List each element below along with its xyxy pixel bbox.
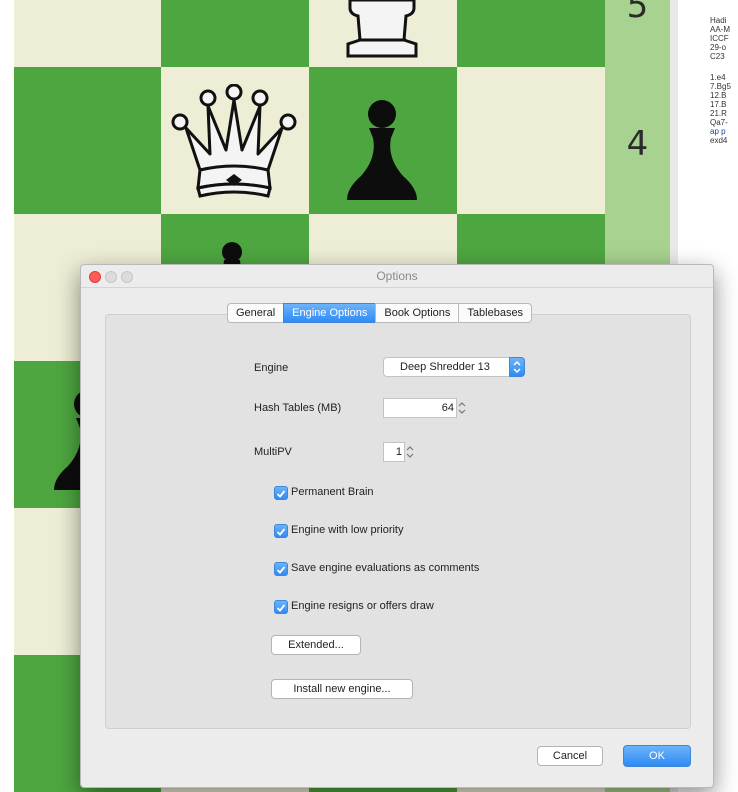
game-header-line: AA-M — [710, 25, 730, 34]
board-square[interactable] — [457, 67, 605, 214]
options-tab-bar: General Engine Options Book Options Tabl… — [227, 303, 533, 323]
multipv-field[interactable]: 1 — [383, 442, 405, 462]
white-rook-icon[interactable] — [332, 0, 432, 58]
move-line[interactable]: ap p — [678, 127, 738, 136]
resigns-draw-label[interactable]: Engine resigns or offers draw — [291, 600, 434, 612]
move-line[interactable]: Qa7- — [678, 118, 738, 127]
save-evaluations-label[interactable]: Save engine evaluations as comments — [291, 562, 479, 574]
dialog-title: Options — [376, 269, 418, 283]
options-dialog: Options General Engine Options Book Opti… — [80, 264, 714, 788]
ok-button[interactable]: OK — [623, 745, 691, 767]
game-header-line: ICCF — [710, 34, 729, 43]
permanent-brain-checkbox[interactable] — [274, 486, 288, 500]
board-square[interactable] — [457, 0, 605, 67]
engine-select[interactable]: Deep Shredder 13 — [383, 357, 525, 377]
move-line[interactable]: 17.B — [678, 100, 738, 109]
game-header-line: Hadi — [710, 16, 727, 25]
tab-tablebases[interactable]: Tablebases — [458, 303, 533, 323]
move-line[interactable]: exd4 — [678, 136, 738, 145]
extended-button[interactable]: Extended... — [271, 635, 361, 655]
game-header-line: 29-o — [710, 43, 727, 52]
install-new-engine-button[interactable]: Install new engine... — [271, 679, 413, 699]
engine-label: Engine — [254, 362, 289, 374]
board-square[interactable] — [14, 67, 161, 214]
move-line[interactable]: 21.R — [678, 109, 738, 118]
checkmark-icon — [276, 490, 286, 498]
hash-tables-stepper-icon[interactable] — [457, 399, 467, 417]
move-line[interactable]: 12.B — [678, 91, 738, 100]
rank-label: 4 — [626, 124, 649, 164]
engine-select-value: Deep Shredder 13 — [400, 361, 490, 373]
save-evaluations-checkbox[interactable] — [274, 562, 288, 576]
low-priority-checkbox[interactable] — [274, 524, 288, 538]
multipv-stepper-icon[interactable] — [405, 443, 415, 461]
resigns-draw-checkbox[interactable] — [274, 600, 288, 614]
tab-book-options[interactable]: Book Options — [375, 303, 459, 323]
select-arrows-icon[interactable] — [509, 357, 525, 377]
rank-label-partial: 5 — [626, 0, 649, 26]
multipv-label: MultiPV — [254, 446, 292, 458]
board-square[interactable] — [161, 0, 309, 67]
tab-engine-options[interactable]: Engine Options — [283, 303, 376, 323]
cancel-button[interactable]: Cancel — [537, 746, 603, 766]
checkmark-icon — [276, 528, 286, 536]
hash-tables-field[interactable]: 64 — [383, 398, 457, 418]
tab-general[interactable]: General — [227, 303, 284, 323]
game-header-line: C23 — [710, 52, 725, 61]
move-line[interactable]: 1.e4 — [678, 73, 738, 82]
hash-tables-label: Hash Tables (MB) — [254, 402, 342, 414]
checkmark-icon — [276, 604, 286, 612]
low-priority-label[interactable]: Engine with low priority — [291, 524, 404, 536]
checkmark-icon — [276, 566, 286, 574]
dialog-titlebar[interactable]: Options — [81, 265, 713, 288]
white-queen-icon[interactable] — [168, 84, 300, 202]
move-line[interactable]: 7.Bg5 — [678, 82, 738, 91]
board-square[interactable] — [14, 0, 161, 67]
black-pawn-icon[interactable] — [339, 98, 425, 202]
permanent-brain-label[interactable]: Permanent Brain — [291, 486, 374, 498]
